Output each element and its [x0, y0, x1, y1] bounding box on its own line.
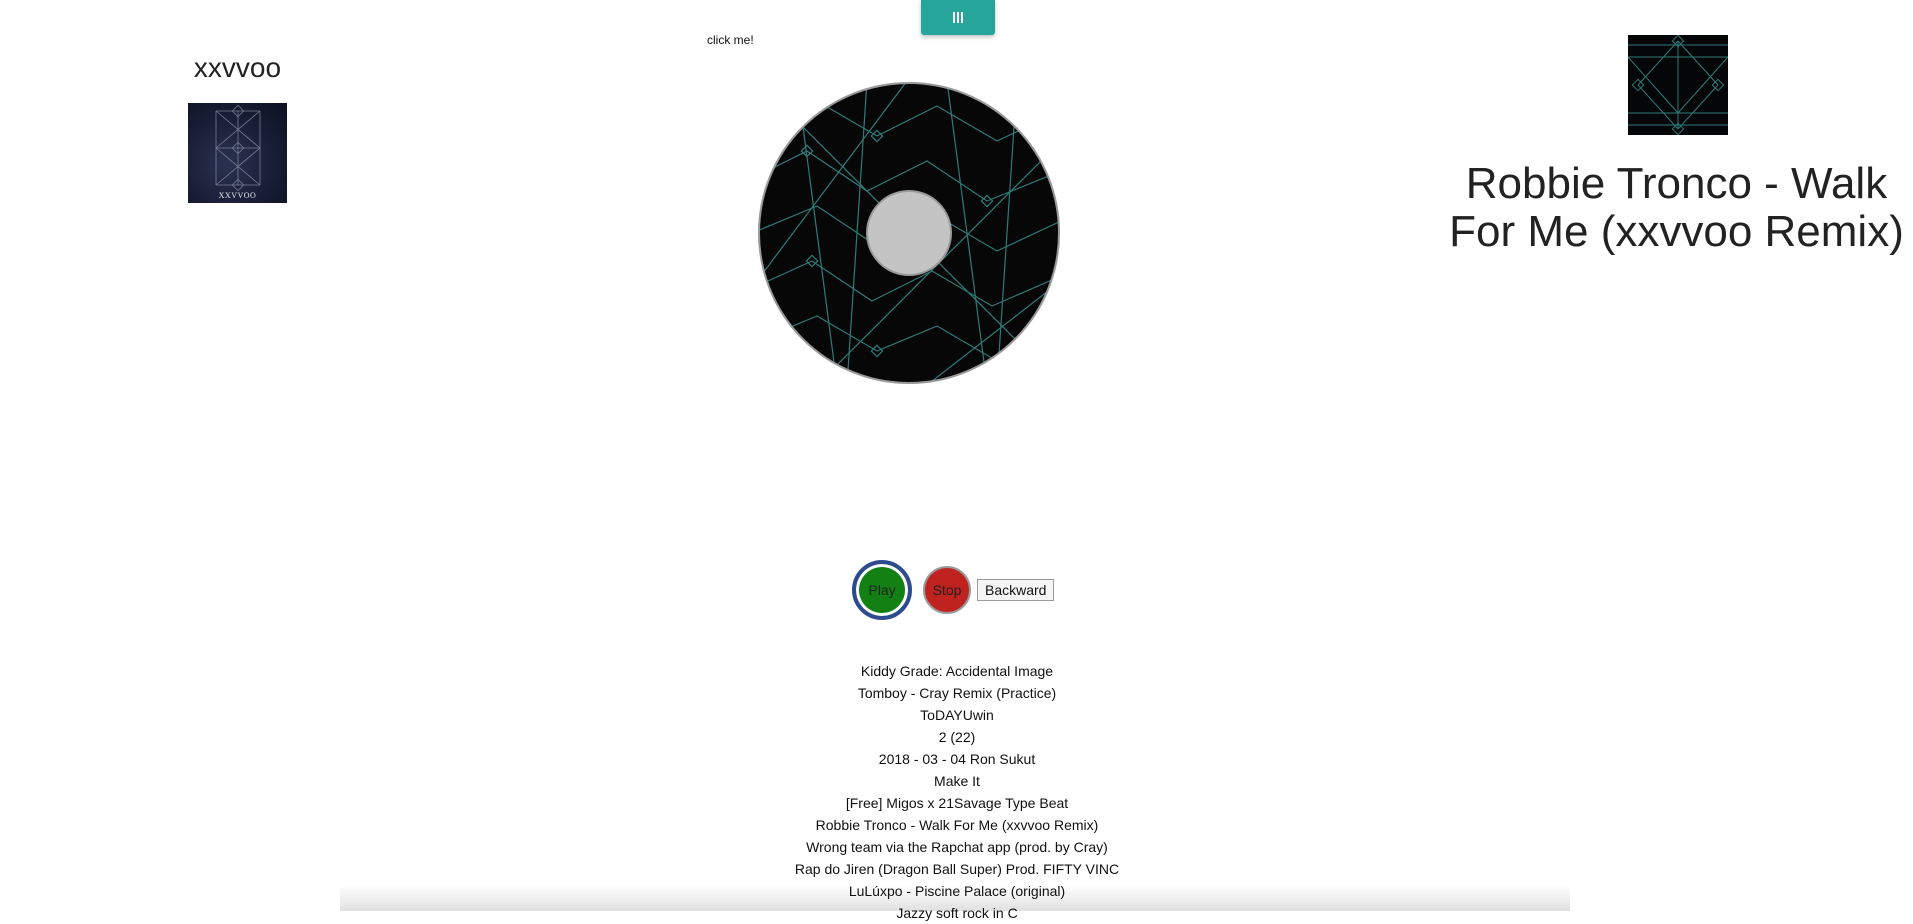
bars-icon	[953, 12, 963, 23]
track-artwork	[1627, 34, 1729, 136]
playlist-item[interactable]: Wrong team via the Rapchat app (prod. by…	[707, 836, 1207, 858]
play-button[interactable]: Play	[852, 560, 912, 620]
artist-name: xxvvoo	[193, 52, 282, 83]
playlist-item[interactable]: Jazzy soft rock in C	[707, 902, 1207, 924]
playlist-item[interactable]: Kiddy Grade: Accidental Image	[707, 660, 1207, 682]
playlist-item[interactable]: Make It	[707, 770, 1207, 792]
menu-button[interactable]	[921, 0, 995, 35]
playlist-item[interactable]: 2018 - 03 - 04 Ron Sukut	[707, 748, 1207, 770]
playlist-item[interactable]: ToDAYUwin	[707, 704, 1207, 726]
playlist-item[interactable]: [Free] Migos x 21Savage Type Beat	[707, 792, 1207, 814]
spinning-disc[interactable]	[757, 81, 1061, 385]
playlist-item[interactable]: 2 (22)	[707, 726, 1207, 748]
click-hint: click me!	[707, 33, 754, 47]
playlist-item[interactable]: Rap do Jiren (Dragon Ball Super) Prod. F…	[707, 858, 1207, 880]
playlist: Kiddy Grade: Accidental Image Tomboy - C…	[707, 660, 1207, 924]
geometric-pattern-icon	[215, 104, 261, 192]
artwork-caption: XXVVOO	[218, 191, 257, 200]
backward-button[interactable]: Backward	[977, 579, 1055, 601]
playlist-item[interactable]: Tomboy - Cray Remix (Practice)	[707, 682, 1207, 704]
now-playing-title: Robbie Tronco - Walk For Me (xxvvoo Remi…	[1449, 159, 1904, 256]
artist-artwork: XXVVOO	[188, 103, 287, 203]
playback-controls: Play Stop Backward	[852, 557, 1055, 623]
playlist-item[interactable]: Robbie Tronco - Walk For Me (xxvvoo Remi…	[707, 814, 1207, 836]
playlist-item[interactable]: LuLúxpo - Piscine Palace (original)	[707, 880, 1207, 902]
geometric-pattern-icon	[1627, 34, 1729, 136]
stop-button[interactable]: Stop	[923, 566, 971, 614]
